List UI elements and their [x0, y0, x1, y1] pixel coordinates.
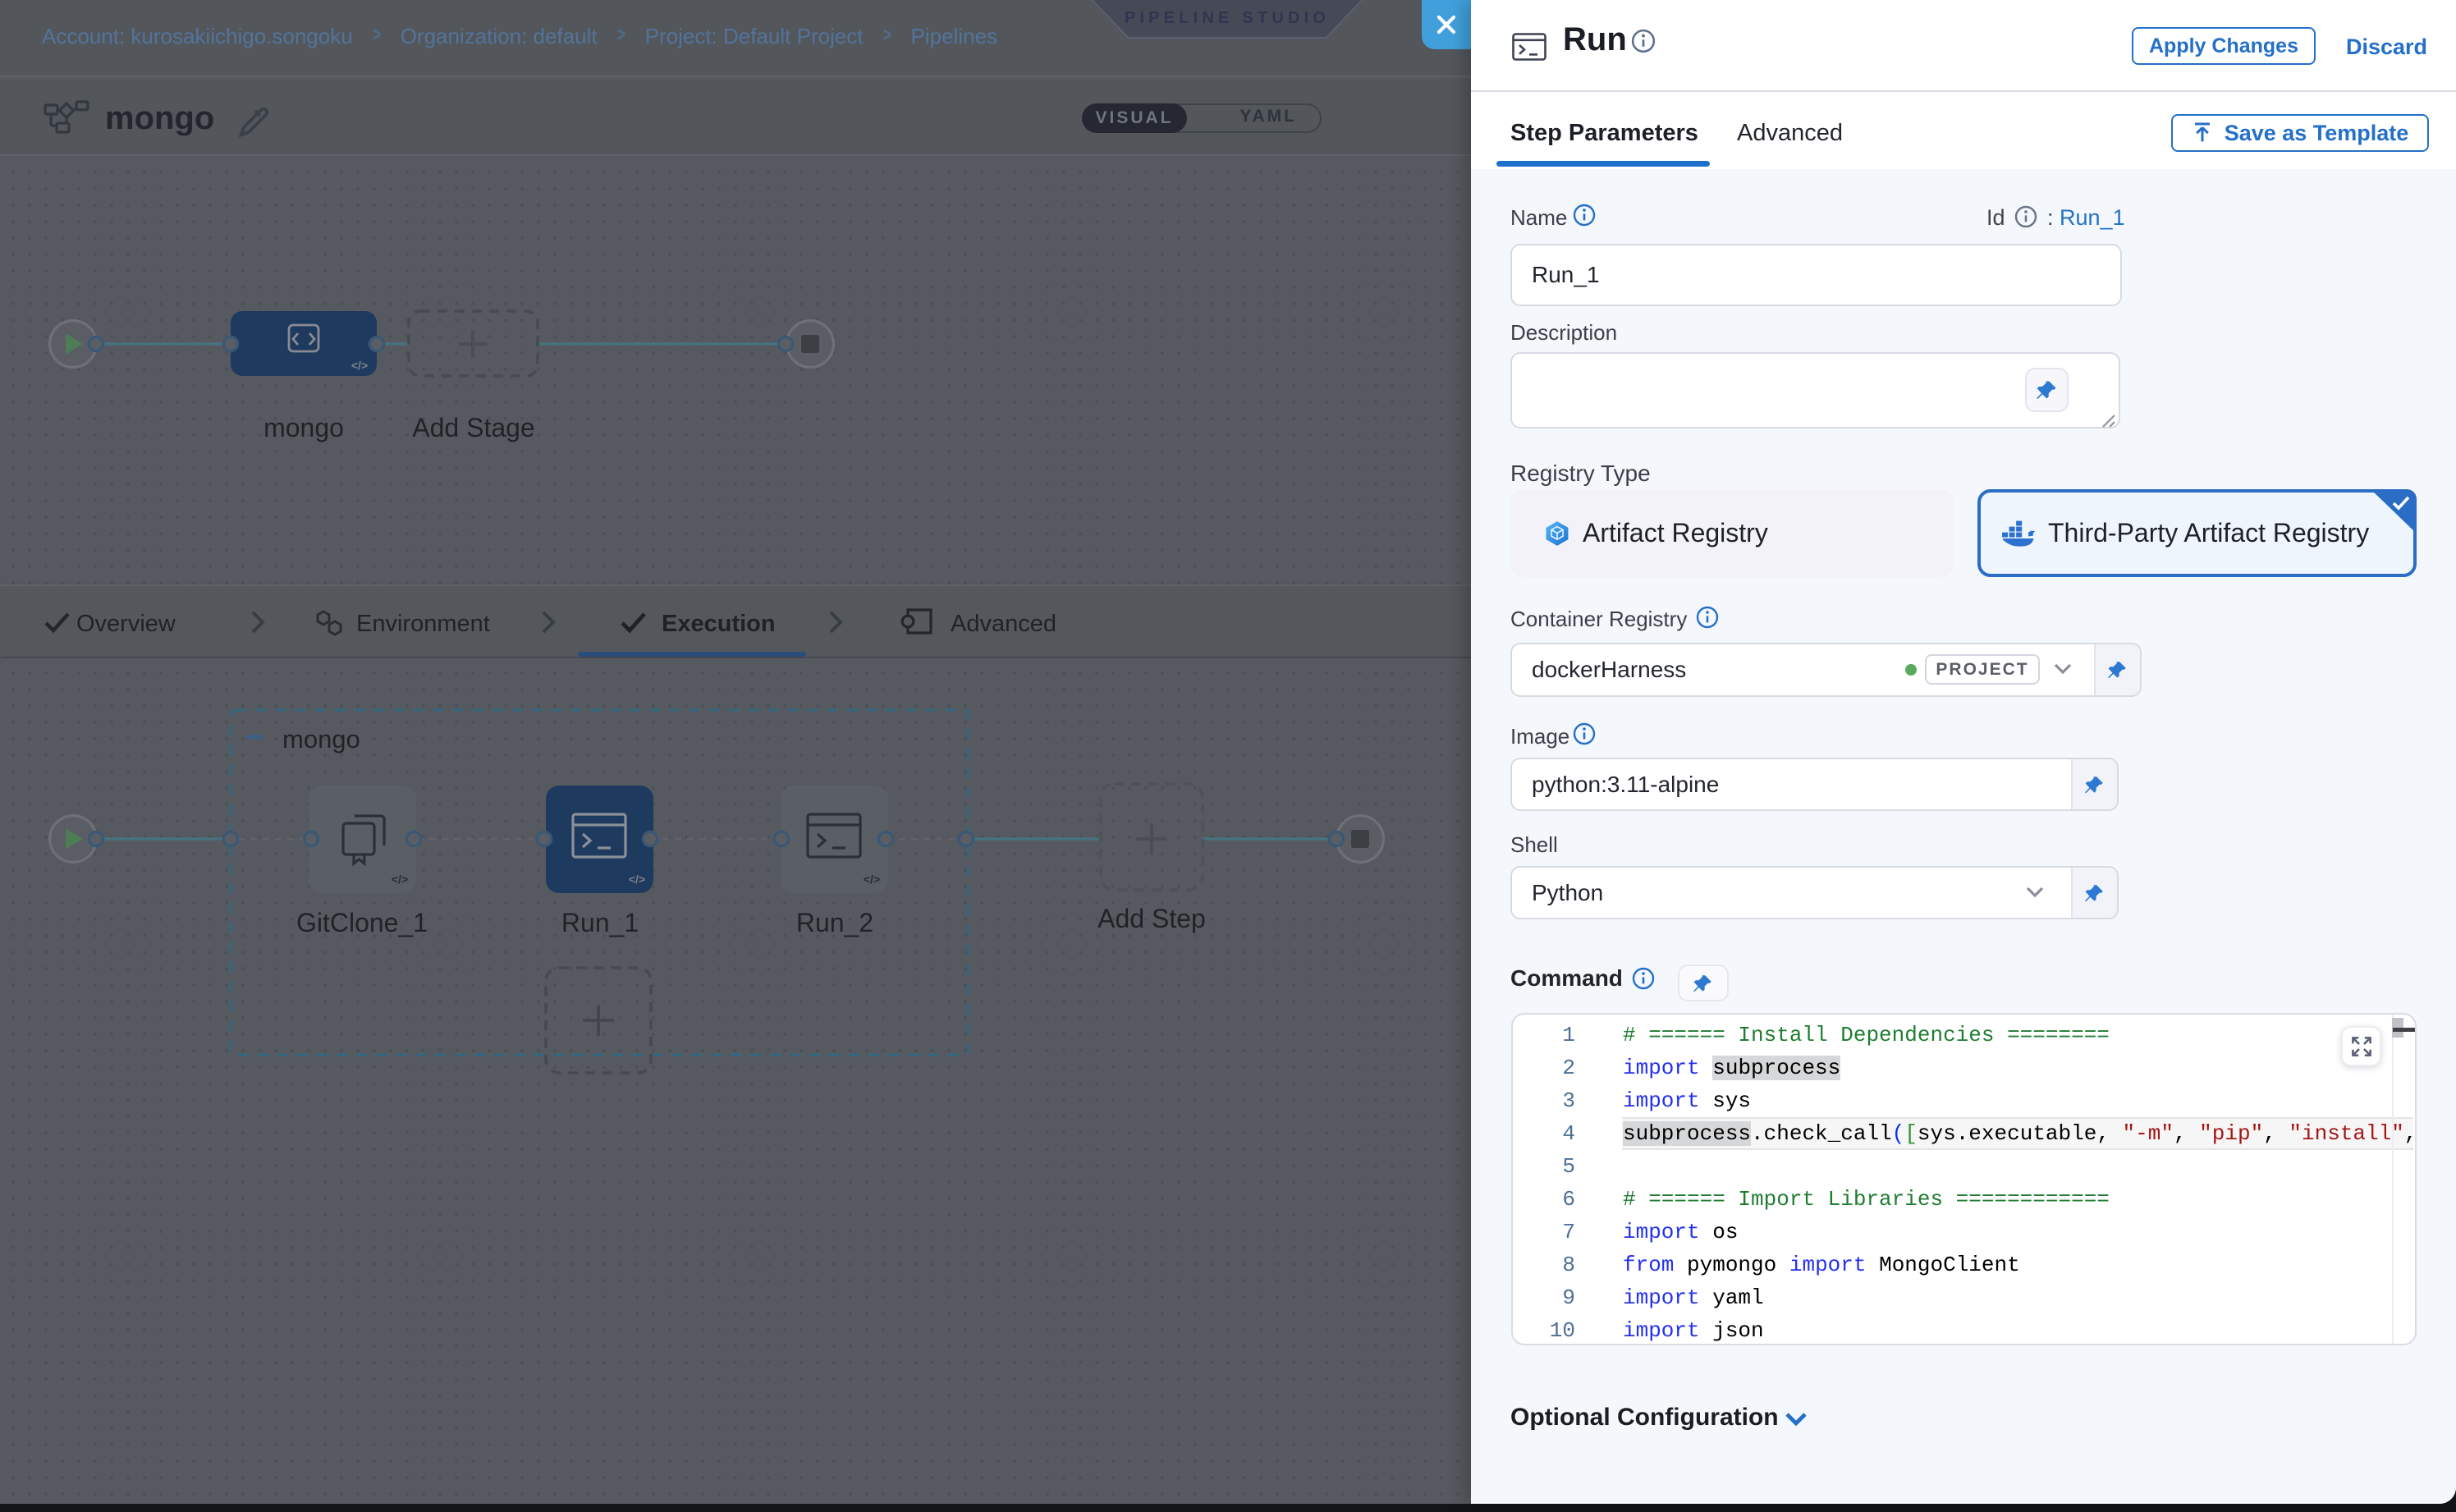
- svg-text:Execution: Execution: [662, 611, 776, 637]
- svg-text:Advanced: Advanced: [951, 611, 1056, 637]
- svg-text:Add Stage: Add Stage: [412, 413, 534, 442]
- svg-text:Add Step: Add Step: [1097, 904, 1206, 933]
- svg-text:</>: </>: [629, 873, 645, 886]
- svg-text:Environment: Environment: [356, 611, 490, 637]
- svg-text:GitClone_1: GitClone_1: [296, 908, 428, 937]
- svg-text:</>: </>: [864, 873, 880, 886]
- svg-text:</>: </>: [351, 359, 368, 372]
- svg-text:</>: </>: [392, 873, 408, 886]
- svg-text:Overview: Overview: [76, 611, 176, 637]
- svg-text:Run_2: Run_2: [796, 908, 873, 937]
- svg-text:mongo: mongo: [282, 725, 360, 754]
- svg-text:mongo: mongo: [263, 413, 344, 442]
- svg-text:Run_1: Run_1: [561, 908, 639, 937]
